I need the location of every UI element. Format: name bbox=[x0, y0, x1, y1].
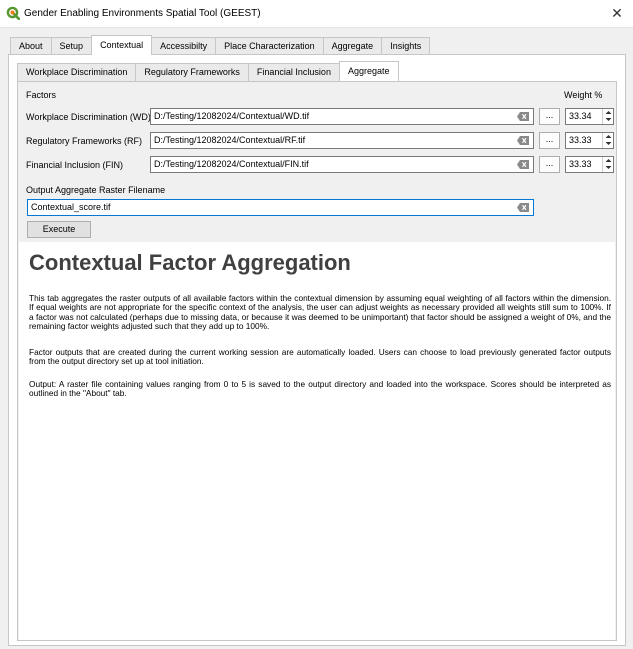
tab-place-characterization[interactable]: Place Characterization bbox=[215, 37, 324, 55]
rf-path-input[interactable]: D:/Testing/12082024/Contextual/RF.tif bbox=[150, 132, 534, 149]
subtab-regulatory-frameworks[interactable]: Regulatory Frameworks bbox=[135, 63, 249, 81]
fin-browse-button[interactable]: ... bbox=[539, 156, 560, 173]
rf-weight-spinbox[interactable]: 33.33 bbox=[565, 132, 614, 149]
wd-weight-spinbox[interactable]: 33.34 bbox=[565, 108, 614, 125]
arrow-down-icon[interactable] bbox=[604, 164, 613, 171]
factor-label-fin: Financial Inclusion (FIN) bbox=[26, 160, 124, 170]
description-title: Contextual Factor Aggregation bbox=[29, 250, 351, 275]
subtab-aggregate[interactable]: Aggregate bbox=[338, 61, 399, 81]
output-filename-input[interactable]: Contextual_score.tif bbox=[27, 199, 534, 216]
factor-label-wd: Workplace Discrimination (WD) bbox=[26, 112, 151, 122]
qgis-logo-icon bbox=[6, 6, 20, 20]
window-body: About Setup Contextual Accessibilty Plac… bbox=[0, 28, 633, 649]
tab-about[interactable]: About bbox=[10, 37, 52, 55]
wd-weight-value: 33.34 bbox=[569, 111, 592, 121]
window-title: Gender Enabling Environments Spatial Too… bbox=[24, 8, 261, 19]
clear-icon[interactable] bbox=[517, 203, 529, 212]
wd-browse-button[interactable]: ... bbox=[539, 108, 560, 125]
spin-arrows bbox=[602, 109, 613, 124]
weight-header: Weight % bbox=[564, 90, 603, 100]
fin-path-value: D:/Testing/12082024/Contextual/FIN.tif bbox=[154, 159, 309, 169]
title-bar: Gender Enabling Environments Spatial Too… bbox=[0, 0, 633, 28]
contextual-panel: Workplace Discrimination Regulatory Fram… bbox=[8, 54, 626, 646]
tab-accessibility[interactable]: Accessibilty bbox=[151, 37, 217, 55]
rf-path-value: D:/Testing/12082024/Contextual/RF.tif bbox=[154, 135, 306, 145]
clear-icon[interactable] bbox=[517, 160, 529, 169]
sub-tab-bar: Workplace Discrimination Regulatory Fram… bbox=[17, 61, 399, 81]
spin-arrows bbox=[602, 157, 613, 172]
tab-aggregate[interactable]: Aggregate bbox=[322, 37, 383, 55]
fin-path-input[interactable]: D:/Testing/12082024/Contextual/FIN.tif bbox=[150, 156, 534, 173]
close-button[interactable]: ✕ bbox=[605, 2, 629, 24]
subtab-workplace-discrimination[interactable]: Workplace Discrimination bbox=[17, 63, 137, 81]
rf-weight-value: 33.33 bbox=[569, 135, 592, 145]
description-pane: Contextual Factor Aggregation This tab a… bbox=[19, 242, 615, 640]
factor-label-rf: Regulatory Frameworks (RF) bbox=[26, 136, 143, 146]
rf-browse-button[interactable]: ... bbox=[539, 132, 560, 149]
tab-contextual[interactable]: Contextual bbox=[91, 35, 153, 55]
description-paragraph: This tab aggregates the raster outputs o… bbox=[29, 293, 611, 332]
output-filename-value: Contextual_score.tif bbox=[31, 202, 111, 212]
description-paragraph: Factor outputs that are created during t… bbox=[29, 347, 611, 367]
arrow-down-icon[interactable] bbox=[604, 116, 613, 123]
output-label: Output Aggregate Raster Filename bbox=[26, 185, 166, 195]
subtab-financial-inclusion[interactable]: Financial Inclusion bbox=[247, 63, 340, 81]
tab-insights[interactable]: Insights bbox=[381, 37, 431, 55]
wd-path-value: D:/Testing/12082024/Contextual/WD.tif bbox=[154, 111, 310, 121]
arrow-up-icon[interactable] bbox=[604, 157, 613, 164]
close-icon: ✕ bbox=[611, 5, 623, 21]
fin-weight-value: 33.33 bbox=[569, 159, 592, 169]
wd-path-input[interactable]: D:/Testing/12082024/Contextual/WD.tif bbox=[150, 108, 534, 125]
spin-arrows bbox=[602, 133, 613, 148]
execute-button[interactable]: Execute bbox=[27, 221, 91, 238]
aggregate-subpanel: Factors Weight % Workplace Discriminatio… bbox=[17, 81, 617, 641]
clear-icon[interactable] bbox=[517, 112, 529, 121]
arrow-up-icon[interactable] bbox=[604, 109, 613, 116]
tab-setup[interactable]: Setup bbox=[50, 37, 93, 55]
factors-header: Factors bbox=[26, 90, 57, 100]
arrow-down-icon[interactable] bbox=[604, 140, 613, 147]
arrow-up-icon[interactable] bbox=[604, 133, 613, 140]
fin-weight-spinbox[interactable]: 33.33 bbox=[565, 156, 614, 173]
clear-icon[interactable] bbox=[517, 136, 529, 145]
main-tab-bar: About Setup Contextual Accessibilty Plac… bbox=[10, 35, 431, 55]
description-paragraph: Output: A raster file containing values … bbox=[29, 379, 611, 399]
